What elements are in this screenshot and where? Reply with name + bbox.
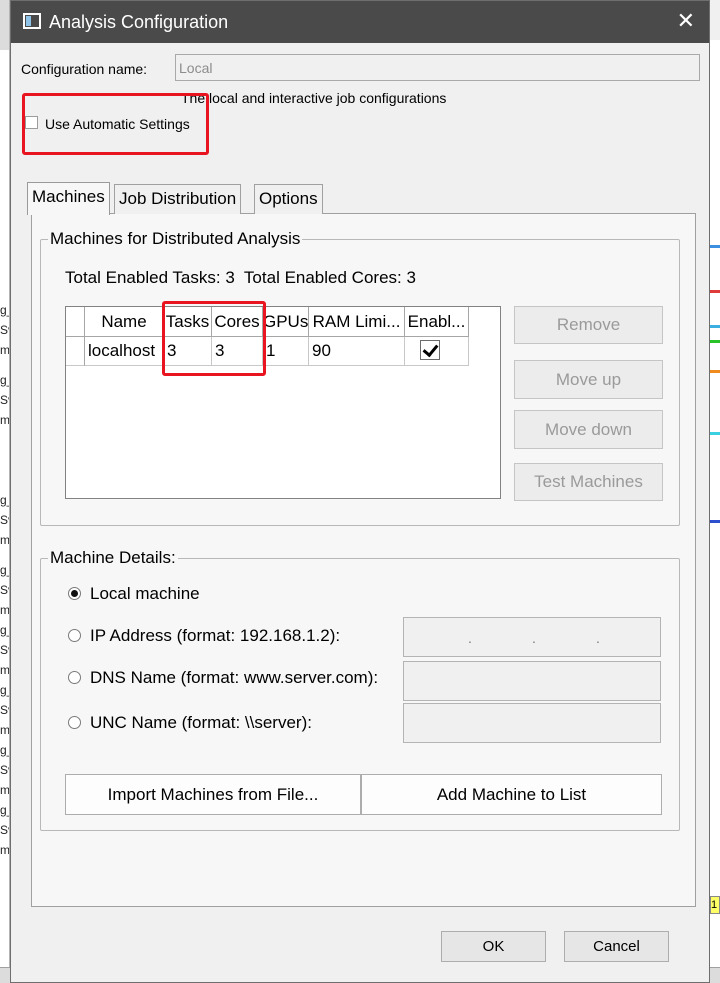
- cell-enabled[interactable]: [405, 337, 469, 366]
- add-machine-button[interactable]: Add Machine to List: [361, 774, 662, 815]
- row-header[interactable]: [66, 337, 85, 366]
- background-line-mark: [710, 245, 720, 248]
- column-header-gpus[interactable]: GPUs: [263, 307, 309, 337]
- configuration-description: The local and interactive job configurat…: [181, 90, 447, 106]
- background-text-fragment: g_: [0, 803, 9, 817]
- column-header-ram-limit[interactable]: RAM Limi...: [309, 307, 405, 337]
- background-text-fragment: Sv: [0, 823, 9, 837]
- unc-name-input[interactable]: [403, 703, 661, 743]
- tab-machines[interactable]: Machines: [27, 182, 110, 215]
- background-text-fragment: m': [0, 723, 10, 737]
- table-corner: [66, 307, 85, 337]
- background-text-fragment: g_: [0, 743, 9, 757]
- machines-table: Name Tasks Cores GPUs RAM Limi... Enabl.…: [65, 306, 501, 499]
- app-window-icon: [23, 13, 41, 29]
- enabled-totals: Total Enabled Tasks: 3 Total Enabled Cor…: [65, 268, 416, 287]
- ip-address-input[interactable]: . . .: [403, 617, 661, 657]
- background-toolbar: [0, 0, 9, 50]
- background-line-mark: [710, 290, 720, 293]
- background-text-fragment: Sv: [0, 643, 9, 657]
- background-line-mark: [710, 520, 720, 523]
- import-machines-button[interactable]: Import Machines from File...: [65, 774, 361, 815]
- background-line-mark: [710, 370, 720, 373]
- background-text-fragment: m': [0, 343, 10, 357]
- background-line-mark: [710, 325, 720, 328]
- background-text-fragment: m': [0, 533, 10, 547]
- ip-separator: .: [532, 630, 536, 646]
- cell-cores[interactable]: 3: [212, 337, 263, 366]
- remove-button[interactable]: Remove: [514, 306, 663, 344]
- ip-separator: .: [596, 630, 600, 646]
- cell-ram-limit[interactable]: 90: [309, 337, 405, 366]
- configuration-name-input[interactable]: [175, 54, 700, 81]
- background-text-fragment: m': [0, 413, 10, 427]
- enabled-checkbox[interactable]: [420, 340, 440, 360]
- tab-job-distribution[interactable]: Job Distribution: [114, 184, 242, 214]
- background-text-fragment: g_: [0, 303, 9, 317]
- local-machine-radio[interactable]: [68, 587, 81, 600]
- background-text-fragment: Sv: [0, 583, 9, 597]
- dns-name-label[interactable]: DNS Name (format: www.server.com):: [90, 667, 378, 689]
- ip-separator: .: [468, 630, 472, 646]
- background-text-fragment: m': [0, 603, 10, 617]
- dns-name-radio[interactable]: [68, 671, 81, 684]
- background-text-fragment: g_: [0, 623, 9, 637]
- background-line-mark: [710, 340, 720, 343]
- move-up-button[interactable]: Move up: [514, 360, 663, 399]
- ip-address-radio[interactable]: [68, 629, 81, 642]
- background-text-fragment: g_: [0, 493, 9, 507]
- title-bar[interactable]: Analysis Configuration ✕: [11, 1, 709, 43]
- column-header-tasks[interactable]: Tasks: [164, 307, 212, 337]
- close-icon[interactable]: ✕: [677, 9, 695, 33]
- background-text-fragment: g_: [0, 683, 9, 697]
- background-text-fragment: g_: [0, 373, 9, 387]
- machines-group-title: Machines for Distributed Analysis: [48, 229, 303, 249]
- cell-name[interactable]: localhost: [85, 337, 164, 366]
- background-text-fragment: g_: [0, 563, 9, 577]
- cell-gpus[interactable]: 1: [263, 337, 309, 366]
- background-text-fragment: Sv: [0, 393, 9, 407]
- test-machines-button[interactable]: Test Machines: [514, 463, 663, 501]
- background-text-fragment: Sv: [0, 763, 9, 777]
- use-automatic-settings-checkbox[interactable]: [25, 116, 38, 129]
- background-line-mark: [710, 432, 720, 435]
- column-header-enabled[interactable]: Enabl...: [405, 307, 469, 337]
- background-text-fragment: m': [0, 663, 10, 677]
- unc-name-label[interactable]: UNC Name (format: \\server):: [90, 712, 312, 734]
- dns-name-input[interactable]: [403, 661, 661, 701]
- background-badge: 1: [710, 896, 720, 914]
- move-down-button[interactable]: Move down: [514, 410, 663, 449]
- cancel-button[interactable]: Cancel: [564, 931, 669, 962]
- background-text-fragment: m': [0, 783, 10, 797]
- column-header-cores[interactable]: Cores: [212, 307, 263, 337]
- unc-name-radio[interactable]: [68, 716, 81, 729]
- background-app-left: g_ Sv m' g_ Sv m' g_ Sv m' g_ Sv m' g_ S…: [0, 0, 10, 983]
- configuration-name-label: Configuration name:: [21, 61, 148, 77]
- tab-options[interactable]: Options: [254, 184, 323, 214]
- ok-button[interactable]: OK: [441, 931, 546, 962]
- background-text-fragment: Sv: [0, 703, 9, 717]
- cell-tasks[interactable]: 3: [164, 337, 212, 366]
- background-text-fragment: m': [0, 843, 10, 857]
- background-text-fragment: Sv: [0, 513, 9, 527]
- ip-address-label[interactable]: IP Address (format: 192.168.1.2):: [90, 625, 340, 647]
- column-header-name[interactable]: Name: [85, 307, 164, 337]
- use-automatic-settings-label[interactable]: Use Automatic Settings: [45, 115, 190, 133]
- machine-details-title: Machine Details:: [48, 548, 178, 568]
- local-machine-label[interactable]: Local machine: [90, 583, 200, 605]
- background-text-fragment: Sv: [0, 323, 9, 337]
- analysis-configuration-dialog: Analysis Configuration ✕ Configuration n…: [10, 0, 710, 983]
- window-title: Analysis Configuration: [49, 12, 229, 32]
